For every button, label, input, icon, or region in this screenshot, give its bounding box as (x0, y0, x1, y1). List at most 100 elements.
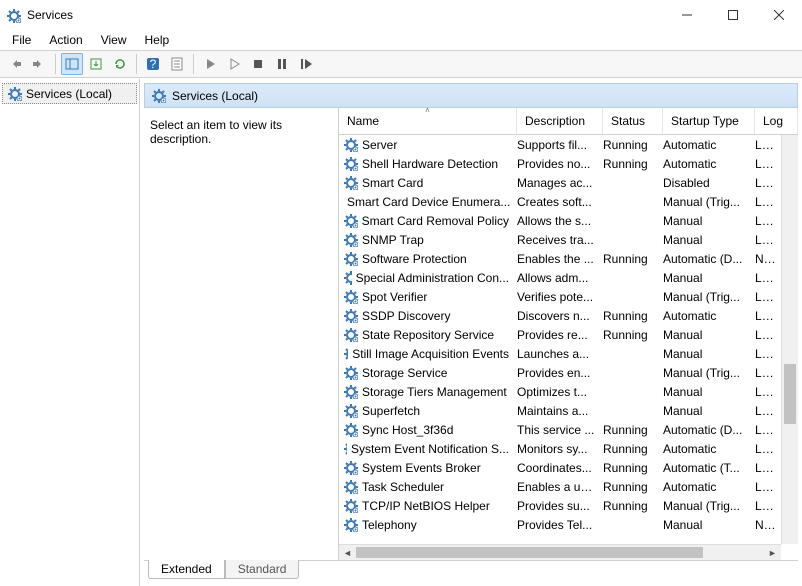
column-header-logon[interactable]: Log (755, 108, 798, 134)
service-description: Provides no... (517, 157, 603, 171)
service-status: Running (603, 461, 663, 475)
service-row[interactable]: Shell Hardware DetectionProvides no...Ru… (339, 154, 781, 173)
service-icon (343, 403, 358, 418)
column-header-name[interactable]: ˄ Name (339, 108, 517, 134)
forward-button[interactable] (28, 53, 50, 75)
service-row[interactable]: Storage Tiers ManagementOptimizes t...Ma… (339, 382, 781, 401)
service-logon: Loc (755, 404, 781, 418)
service-row[interactable]: Special Administration Con...Allows adm.… (339, 268, 781, 287)
detail-header: Services (Local) (144, 83, 798, 108)
menu-action[interactable]: Action (41, 31, 90, 49)
service-row[interactable]: Spot VerifierVerifies pote...Manual (Tri… (339, 287, 781, 306)
service-row[interactable]: SuperfetchMaintains a...ManualLoc (339, 401, 781, 420)
service-status: Running (603, 480, 663, 494)
service-row[interactable]: ServerSupports fil...RunningAutomaticLoc (339, 135, 781, 154)
close-button[interactable] (756, 0, 802, 30)
service-startup: Manual (663, 404, 755, 418)
service-name: Sync Host_3f36d (362, 423, 453, 437)
service-row[interactable]: Software ProtectionEnables the ...Runnin… (339, 249, 781, 268)
service-row[interactable]: Still Image Acquisition EventsLaunches a… (339, 344, 781, 363)
vertical-scrollbar[interactable] (781, 135, 798, 544)
service-row[interactable]: State Repository ServiceProvides re...Ru… (339, 325, 781, 344)
service-name: System Event Notification S... (351, 442, 509, 456)
service-icon (343, 498, 358, 513)
menu-file[interactable]: File (4, 31, 39, 49)
service-row[interactable]: Smart Card Removal PolicyAllows the s...… (339, 211, 781, 230)
column-header-description[interactable]: Description (517, 108, 603, 134)
service-name: SNMP Trap (362, 233, 424, 247)
service-row[interactable]: SNMP TrapReceives tra...ManualLoc (339, 230, 781, 249)
service-description: Creates soft... (517, 195, 603, 209)
tab-extended[interactable]: Extended (148, 560, 225, 579)
properties-button[interactable] (166, 53, 188, 75)
service-name: Storage Tiers Management (362, 385, 507, 399)
service-logon: Loc (755, 138, 781, 152)
service-row[interactable]: Smart Card Device Enumera...Creates soft… (339, 192, 781, 211)
start-service-button-2[interactable] (223, 53, 245, 75)
service-row[interactable]: TelephonyProvides Tel...ManualNet (339, 515, 781, 534)
tab-standard[interactable]: Standard (225, 560, 300, 579)
main-area: Services (Local) Services (Local) Select… (0, 78, 802, 586)
window-title: Services (27, 8, 664, 22)
service-startup: Manual (Trig... (663, 366, 755, 380)
view-tabs: Extended Standard (144, 560, 798, 582)
service-description: Provides en... (517, 366, 603, 380)
service-icon (343, 251, 358, 266)
service-startup: Automatic (D... (663, 252, 755, 266)
service-icon (343, 232, 358, 247)
column-header-status[interactable]: Status (603, 108, 663, 134)
service-row[interactable]: Sync Host_3f36dThis service ...RunningAu… (339, 420, 781, 439)
service-row[interactable]: TCP/IP NetBIOS HelperProvides su...Runni… (339, 496, 781, 515)
service-status: Running (603, 423, 663, 437)
service-icon (343, 270, 352, 285)
service-row[interactable]: System Events BrokerCoordinates...Runnin… (339, 458, 781, 477)
service-logon: Loc (755, 195, 781, 209)
service-logon: Net (755, 518, 781, 532)
service-row[interactable]: Storage ServiceProvides en...Manual (Tri… (339, 363, 781, 382)
show-hide-tree-button[interactable] (61, 53, 83, 75)
start-service-button[interactable] (199, 53, 221, 75)
scroll-left-button[interactable]: ◄ (339, 545, 356, 561)
service-row[interactable]: Task SchedulerEnables a us...RunningAuto… (339, 477, 781, 496)
restart-service-button[interactable] (295, 53, 317, 75)
service-icon (343, 365, 358, 380)
scroll-right-button[interactable]: ► (764, 545, 781, 561)
service-startup: Automatic (663, 442, 755, 456)
svg-text:?: ? (150, 57, 157, 71)
service-row[interactable]: SSDP DiscoveryDiscovers n...RunningAutom… (339, 306, 781, 325)
menu-view[interactable]: View (93, 31, 135, 49)
detail-title: Services (Local) (172, 89, 258, 103)
service-description: Optimizes t... (517, 385, 603, 399)
scrollbar-thumb[interactable] (356, 547, 703, 558)
maximize-button[interactable] (710, 0, 756, 30)
back-button[interactable] (4, 53, 26, 75)
services-icon (7, 86, 22, 101)
tree-node-services-local[interactable]: Services (Local) (2, 83, 137, 104)
minimize-button[interactable] (664, 0, 710, 30)
export-list-button[interactable] (85, 53, 107, 75)
help-button[interactable]: ? (142, 53, 164, 75)
service-row[interactable]: System Event Notification S...Monitors s… (339, 439, 781, 458)
stop-service-button[interactable] (247, 53, 269, 75)
refresh-button[interactable] (109, 53, 131, 75)
service-startup: Manual (Trig... (663, 499, 755, 513)
service-icon (343, 308, 358, 323)
service-icon (343, 156, 358, 171)
service-description: Enables the ... (517, 252, 603, 266)
service-startup: Manual (663, 347, 755, 361)
column-header-startup[interactable]: Startup Type (663, 108, 755, 134)
service-name: Special Administration Con... (356, 271, 509, 285)
service-description: Enables a us... (517, 480, 603, 494)
menu-help[interactable]: Help (137, 31, 178, 49)
service-row[interactable]: Smart CardManages ac...DisabledLoc (339, 173, 781, 192)
toolbar: ? (0, 50, 802, 78)
service-name: Task Scheduler (362, 480, 444, 494)
scrollbar-thumb[interactable] (784, 364, 796, 424)
service-icon (343, 213, 358, 228)
pause-service-button[interactable] (271, 53, 293, 75)
service-logon: Loc (755, 499, 781, 513)
tree-node-label: Services (Local) (26, 87, 112, 101)
service-icon (343, 384, 358, 399)
horizontal-scrollbar[interactable]: ◄ ► (339, 544, 781, 560)
service-name: TCP/IP NetBIOS Helper (362, 499, 490, 513)
